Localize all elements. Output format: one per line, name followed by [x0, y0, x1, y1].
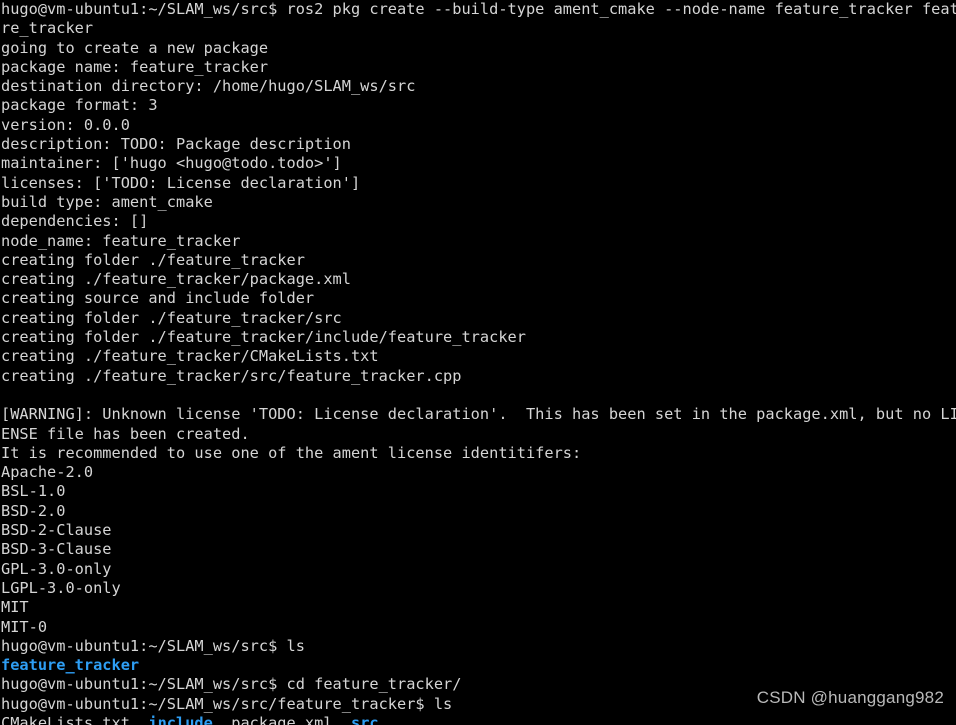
terminal-text: LGPL-3.0-only — [1, 578, 121, 597]
terminal-line-out-version: version: 0.0.0 — [0, 116, 956, 135]
terminal-window[interactable]: hugo@vm-ubuntu1:~/SLAM_ws/src$ ros2 pkg … — [0, 0, 956, 725]
terminal-text: BSD-2.0 — [1, 501, 66, 520]
terminal-text: creating ./feature_tracker/CMakeLists.tx… — [1, 347, 379, 366]
terminal-line-out-creating-cmakelists: creating ./feature_tracker/CMakeLists.tx… — [0, 347, 956, 366]
terminal-line-out-creating-source-include: creating source and include folder — [0, 289, 956, 308]
terminal-line-license-bsd-2-clause: BSD-2-Clause — [0, 521, 956, 540]
terminal-line-cmd-ros2-pkg-create-wrap2: re_tracker — [0, 19, 956, 38]
terminal-line-cmd-ros2-pkg-create-wrap1: hugo@vm-ubuntu1:~/SLAM_ws/src$ ros2 pkg … — [0, 0, 956, 19]
terminal-text: package name: feature_tracker — [1, 57, 269, 76]
terminal-text: creating source and include folder — [1, 289, 315, 308]
terminal-line-out-ls-src: feature_tracker — [0, 656, 956, 675]
terminal-line-out-licenses: licenses: ['TODO: License declaration'] — [0, 174, 956, 193]
terminal-text: MIT — [1, 598, 29, 617]
terminal-text: dependencies: [] — [1, 212, 149, 231]
terminal-line-warn-recommended-identifiers: It is recommended to use one of the amen… — [0, 444, 956, 463]
terminal-text: destination directory: /home/hugo/SLAM_w… — [1, 77, 416, 96]
terminal-line-out-package-name: package name: feature_tracker — [0, 58, 956, 77]
terminal-text: node_name: feature_tracker — [1, 231, 241, 250]
terminal-text: creating folder ./feature_tracker/includ… — [1, 328, 526, 347]
terminal-line-license-lgpl-3-0-only: LGPL-3.0-only — [0, 579, 956, 598]
directory-name: feature_tracker — [1, 656, 140, 675]
terminal-text: BSD-3-Clause — [1, 540, 112, 559]
terminal-text: creating folder ./feature_tracker/src — [1, 308, 342, 327]
terminal-text: GPL-3.0-only — [1, 559, 112, 578]
terminal-text: creating ./feature_tracker/package.xml — [1, 270, 351, 289]
terminal-line-cmd-ls-src: hugo@vm-ubuntu1:~/SLAM_ws/src$ ls — [0, 637, 956, 656]
terminal-line-warn-unknown-license-wrap2: ENSE file has been created. — [0, 425, 956, 444]
terminal-line-warn-unknown-license-wrap1: [WARNING]: Unknown license 'TODO: Licens… — [0, 405, 956, 424]
terminal-text: licenses: ['TODO: License declaration'] — [1, 173, 361, 192]
terminal-text: package format: 3 — [1, 96, 158, 115]
terminal-text: Apache-2.0 — [1, 463, 94, 482]
terminal-line-out-destination-directory: destination directory: /home/hugo/SLAM_w… — [0, 77, 956, 96]
terminal-line-out-creating-folder-include: creating folder ./feature_tracker/includ… — [0, 328, 956, 347]
terminal-text: hugo@vm-ubuntu1:~/SLAM_ws/src$ ros2 pkg … — [1, 0, 956, 18]
directory-name: src — [350, 713, 379, 725]
terminal-text: version: 0.0.0 — [1, 115, 130, 134]
terminal-text: CMakeLists.txt — [1, 713, 130, 725]
terminal-text: description: TODO: Package description — [1, 135, 351, 154]
terminal-text: hugo@vm-ubuntu1:~/SLAM_ws/src/feature_tr… — [1, 694, 453, 713]
terminal-line-cmd-ls-pkg: hugo@vm-ubuntu1:~/SLAM_ws/src/feature_tr… — [0, 695, 956, 714]
terminal-text: re_tracker — [1, 19, 94, 38]
terminal-text: MIT-0 — [1, 617, 48, 636]
terminal-text: It is recommended to use one of the amen… — [1, 443, 582, 462]
terminal-line-out-node-name: node_name: feature_tracker — [0, 232, 956, 251]
terminal-line-out-creating-folder-root: creating folder ./feature_tracker — [0, 251, 956, 270]
terminal-line-license-gpl-3-0-only: GPL-3.0-only — [0, 560, 956, 579]
terminal-text: build type: ament_cmake — [1, 192, 213, 211]
terminal-text: creating folder ./feature_tracker — [1, 250, 305, 269]
terminal-line-blank-1 — [0, 386, 956, 405]
terminal-line-out-creating-package-xml: creating ./feature_tracker/package.xml — [0, 270, 956, 289]
directory-name: include — [148, 713, 213, 725]
terminal-line-out-description: description: TODO: Package description — [0, 135, 956, 154]
terminal-text: BSL-1.0 — [1, 482, 66, 501]
terminal-line-license-mit-0: MIT-0 — [0, 618, 956, 637]
terminal-line-out-creating-cpp: creating ./feature_tracker/src/feature_t… — [0, 367, 956, 386]
terminal-text: hugo@vm-ubuntu1:~/SLAM_ws/src$ ls — [1, 636, 305, 655]
terminal-line-out-package-format: package format: 3 — [0, 96, 956, 115]
terminal-line-out-build-type: build type: ament_cmake — [0, 193, 956, 212]
terminal-screen[interactable]: hugo@vm-ubuntu1:~/SLAM_ws/src$ ros2 pkg … — [0, 0, 956, 725]
terminal-line-out-dependencies: dependencies: [] — [0, 212, 956, 231]
terminal-text: BSD-2-Clause — [1, 521, 112, 540]
terminal-text: hugo@vm-ubuntu1:~/SLAM_ws/src$ cd featur… — [1, 675, 462, 694]
terminal-line-license-bsd-3-clause: BSD-3-Clause — [0, 540, 956, 559]
terminal-text: package.xml — [231, 713, 333, 725]
terminal-line-license-mit: MIT — [0, 598, 956, 617]
terminal-text: maintainer: ['hugo <hugo@todo.todo>'] — [1, 154, 342, 173]
terminal-line-license-apache-2-0: Apache-2.0 — [0, 463, 956, 482]
terminal-text: going to create a new package — [1, 38, 269, 57]
terminal-line-license-bsd-2-0: BSD-2.0 — [0, 502, 956, 521]
terminal-line-license-bsl-1-0: BSL-1.0 — [0, 482, 956, 501]
terminal-line-out-going-to-create: going to create a new package — [0, 39, 956, 58]
terminal-text: [WARNING]: Unknown license 'TODO: Licens… — [1, 405, 956, 424]
terminal-line-out-maintainer: maintainer: ['hugo <hugo@todo.todo>'] — [0, 154, 956, 173]
terminal-text: creating ./feature_tracker/src/feature_t… — [1, 366, 462, 385]
terminal-line-out-ls-pkg: CMakeLists.txt include package.xml src — [0, 714, 956, 725]
terminal-line-cmd-cd-feature-tracker: hugo@vm-ubuntu1:~/SLAM_ws/src$ cd featur… — [0, 675, 956, 694]
terminal-text: ENSE file has been created. — [1, 424, 250, 443]
terminal-line-out-creating-folder-src: creating folder ./feature_tracker/src — [0, 309, 956, 328]
